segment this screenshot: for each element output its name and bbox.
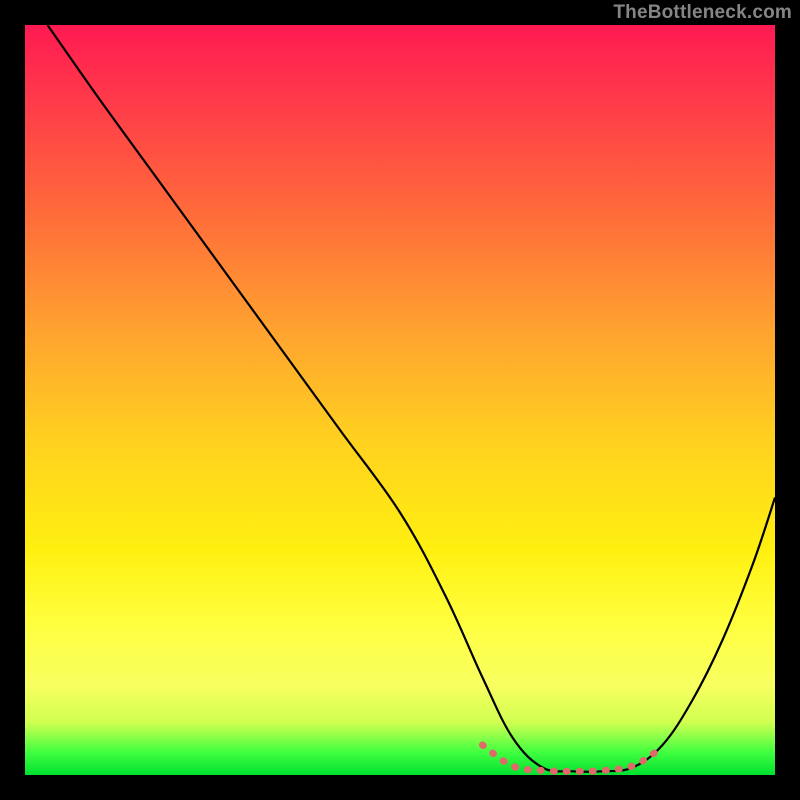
plot-area <box>25 25 775 775</box>
chart-frame: TheBottleneck.com <box>0 0 800 800</box>
curve-layer <box>25 25 775 775</box>
current-range-highlight <box>483 745 656 771</box>
watermark-text: TheBottleneck.com <box>613 2 792 24</box>
bottleneck-curve <box>48 25 776 772</box>
